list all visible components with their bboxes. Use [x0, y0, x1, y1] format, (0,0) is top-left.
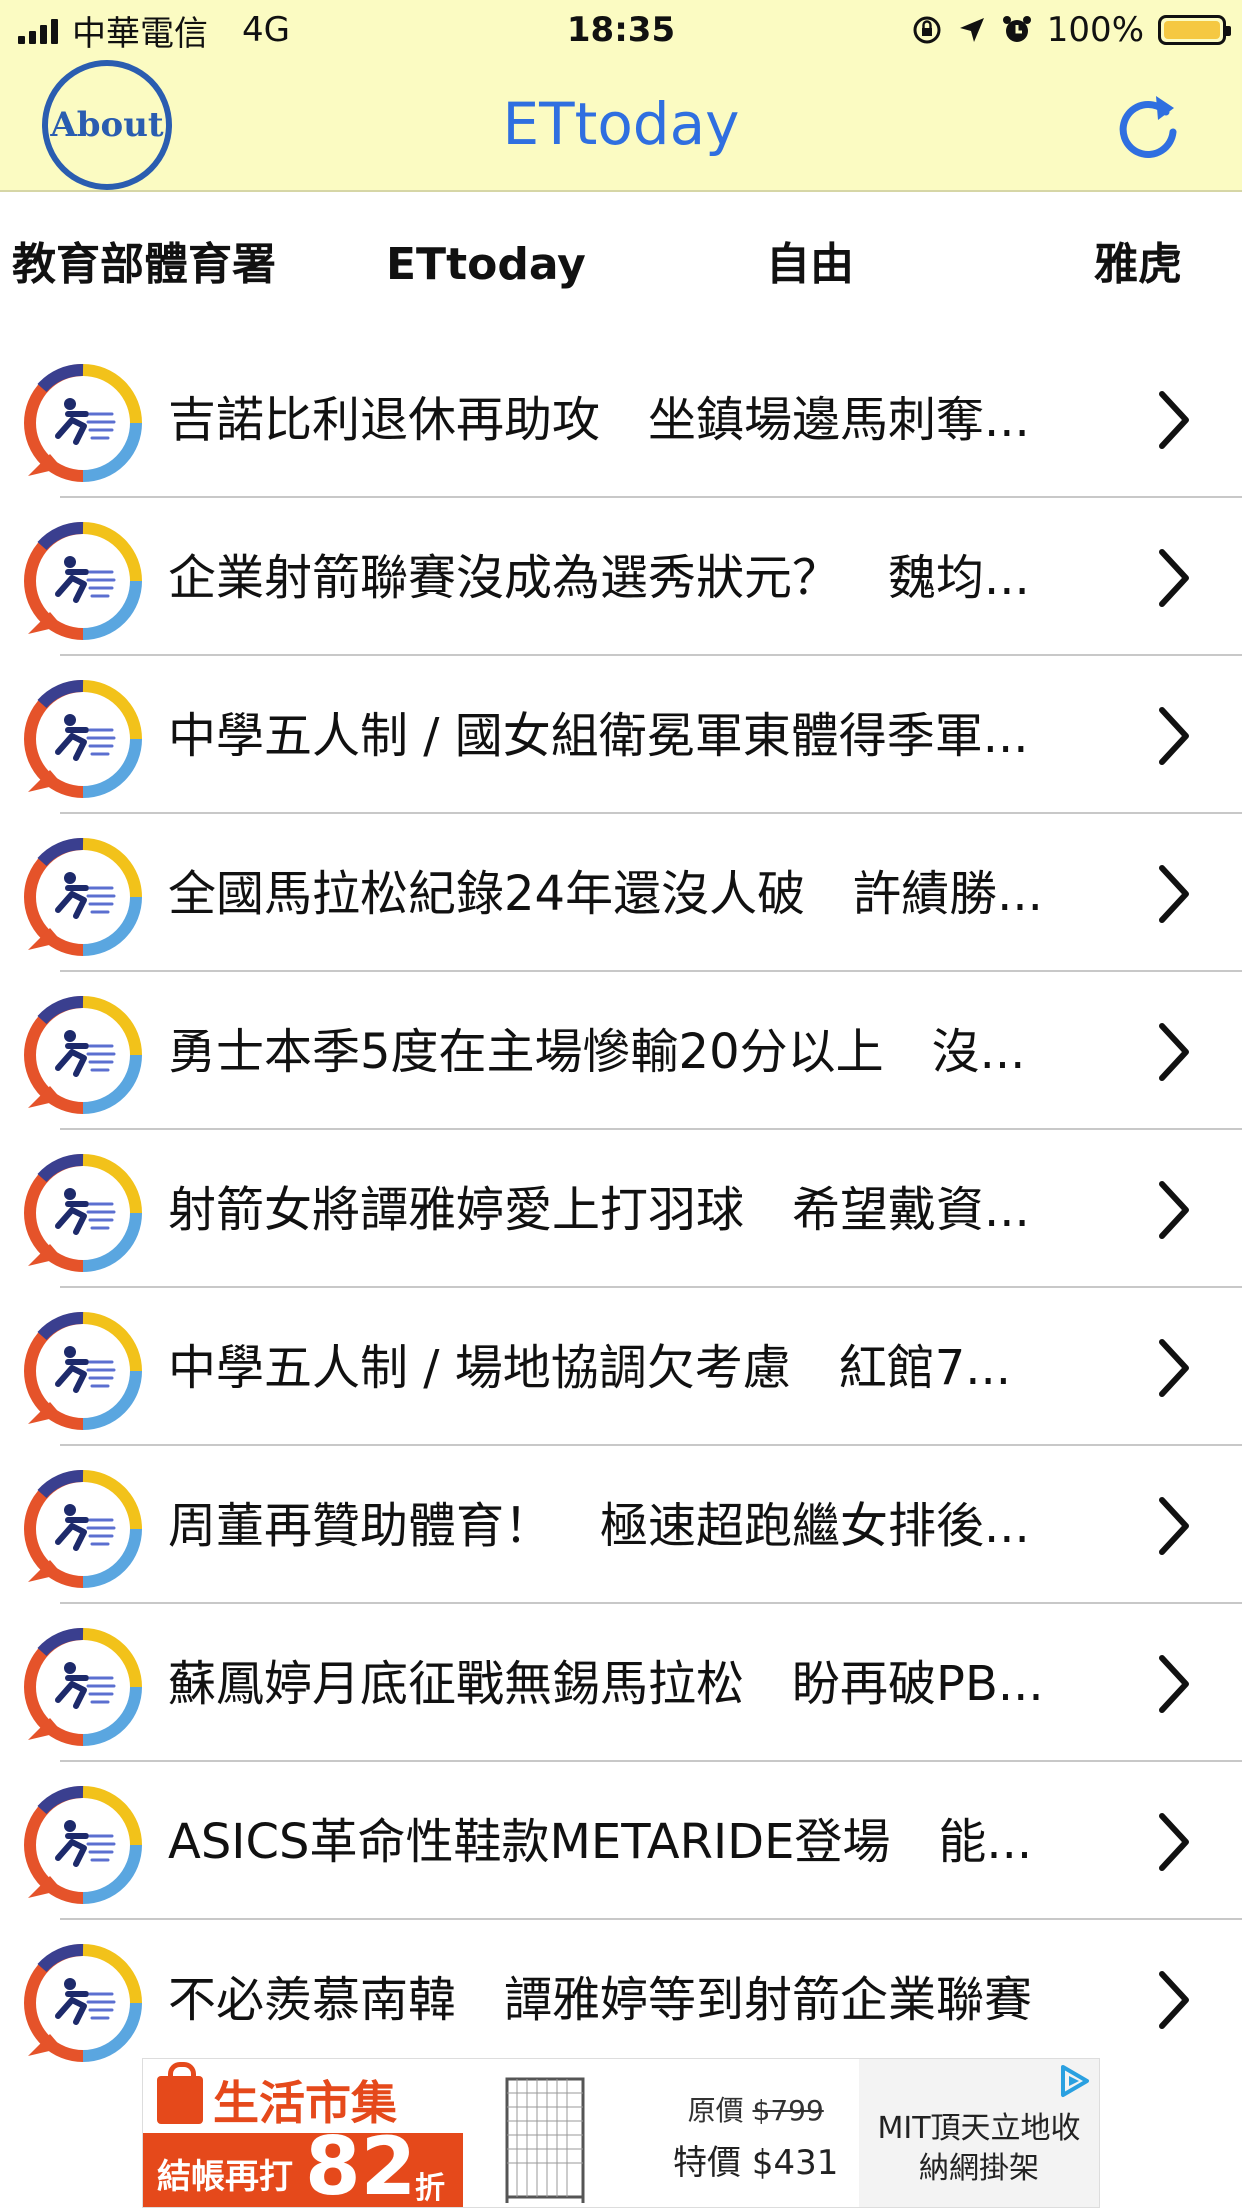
chevron-right-icon — [1152, 1336, 1196, 1400]
ad-promo-suffix: 折 — [415, 2171, 445, 2206]
sports-admin-logo-icon — [24, 838, 142, 956]
ad-sale-label: 特價 — [673, 2143, 741, 2183]
article-title: 全國馬拉松紀錄24年還沒人破 許績勝... — [168, 866, 1043, 922]
list-item[interactable]: 中學五人制 / 國女組衛冕軍東體得季軍... — [0, 656, 1242, 814]
article-title: 射箭女將譚雅婷愛上打羽球 希望戴資... — [168, 1182, 1030, 1238]
list-item[interactable]: 吉諾比利退休再助攻 坐鎮場邊馬刺奪... — [0, 340, 1242, 498]
list-item[interactable]: 全國馬拉松紀錄24年還沒人破 許績勝... — [0, 814, 1242, 972]
article-title: 勇士本季5度在主場慘輸20分以上 沒... — [168, 1024, 1026, 1080]
list-item[interactable]: ASICS革命性鞋款METARIDE登場 能... — [0, 1762, 1242, 1920]
chevron-right-icon — [1152, 1178, 1196, 1242]
status-bar: 中華電信 4G 18:35 100% — [0, 0, 1242, 62]
battery-percent: 100% — [1046, 10, 1144, 50]
header: 中華電信 4G 18:35 100% About ETtoday — [0, 0, 1242, 192]
chevron-right-icon — [1152, 1020, 1196, 1084]
sports-admin-logo-icon — [24, 1944, 142, 2062]
list-item[interactable]: 企業射箭聯賽沒成為選秀狀元？ 魏均... — [0, 498, 1242, 656]
chevron-right-icon — [1152, 1968, 1196, 2032]
article-title: ASICS革命性鞋款METARIDE登場 能... — [168, 1814, 1033, 1870]
sports-admin-logo-icon — [24, 1786, 142, 1904]
list-item[interactable]: 蘇鳳婷月底征戰無錫馬拉松 盼再破PB... — [0, 1604, 1242, 1762]
article-title: 蘇鳳婷月底征戰無錫馬拉松 盼再破PB... — [168, 1656, 1044, 1712]
list-item[interactable]: 射箭女將譚雅婷愛上打羽球 希望戴資... — [0, 1130, 1242, 1288]
product-rack-image — [505, 2077, 585, 2203]
article-title: 企業射箭聯賽沒成為選秀狀元？ 魏均... — [168, 550, 1030, 606]
ad-promo-prefix: 結帳再打 — [157, 2157, 293, 2197]
battery-icon — [1158, 15, 1231, 45]
location-arrow-icon — [959, 18, 984, 42]
source-tabs: 教育部體育署 ETtoday 自由 雅虎 — [0, 230, 1242, 300]
list-item[interactable]: 周董再贊助體育！ 極速超跑繼女排後... — [0, 1446, 1242, 1604]
article-title: 中學五人制 / 場地協調欠考慮 紅館7... — [168, 1340, 1012, 1396]
chevron-right-icon — [1152, 862, 1196, 926]
sports-admin-logo-icon — [24, 1628, 142, 1746]
article-title: 不必羨慕南韓 譚雅婷等到射箭企業聯賽 — [168, 1972, 1033, 2028]
ad-orig-label: 原價 — [687, 2094, 744, 2127]
ad-sale-price: $431 — [751, 2143, 839, 2183]
refresh-icon[interactable] — [1110, 88, 1186, 164]
article-title: 中學五人制 / 國女組衛冕軍東體得季軍... — [168, 708, 1029, 764]
chevron-right-icon — [1152, 1652, 1196, 1716]
list-item[interactable]: 中學五人制 / 場地協調欠考慮 紅館7... — [0, 1288, 1242, 1446]
list-item[interactable]: 勇士本季5度在主場慘輸20分以上 沒... — [0, 972, 1242, 1130]
tab-yahoo[interactable]: 雅虎 — [1094, 230, 1182, 300]
chevron-right-icon — [1152, 1494, 1196, 1558]
sports-admin-logo-icon — [24, 996, 142, 1114]
sports-admin-logo-icon — [24, 522, 142, 640]
ad-orig-price: $799 — [752, 2094, 824, 2127]
list-item[interactable]: 不必羨慕南韓 譚雅婷等到射箭企業聯賽 — [0, 1920, 1242, 2078]
ad-choices-icon[interactable] — [1055, 2061, 1095, 2101]
shopping-bag-icon — [157, 2062, 203, 2124]
chevron-right-icon — [1152, 1810, 1196, 1874]
orientation-lock-icon — [913, 16, 941, 44]
sports-admin-logo-icon — [24, 680, 142, 798]
ad-promo-number: 82 — [305, 2120, 417, 2208]
chevron-right-icon — [1152, 546, 1196, 610]
sports-admin-logo-icon — [24, 364, 142, 482]
alarm-clock-icon — [1002, 16, 1031, 42]
sports-admin-logo-icon — [24, 1154, 142, 1272]
ad-banner[interactable]: 生活市集 結帳再打 82 折 原價 $799 特價 $431 MIT頂天立地收 … — [142, 2058, 1100, 2208]
page-title: ETtoday — [502, 90, 740, 158]
tab-moe-sports[interactable]: 教育部體育署 — [12, 230, 276, 300]
article-title: 周董再贊助體育！ 極速超跑繼女排後... — [168, 1498, 1030, 1554]
ad-promo: 結帳再打 82 折 — [143, 2125, 463, 2207]
tab-ettoday[interactable]: ETtoday — [386, 230, 586, 300]
tab-liberty[interactable]: 自由 — [766, 230, 854, 300]
ad-desc-line2: 納網掛架 — [919, 2151, 1039, 2186]
sports-admin-logo-icon — [24, 1312, 142, 1430]
article-title: 吉諾比利退休再助攻 坐鎮場邊馬刺奪... — [168, 392, 1030, 448]
sports-admin-logo-icon — [24, 1470, 142, 1588]
chevron-right-icon — [1152, 704, 1196, 768]
ad-desc-line1: MIT頂天立地收 — [877, 2111, 1081, 2146]
chevron-right-icon — [1152, 388, 1196, 452]
